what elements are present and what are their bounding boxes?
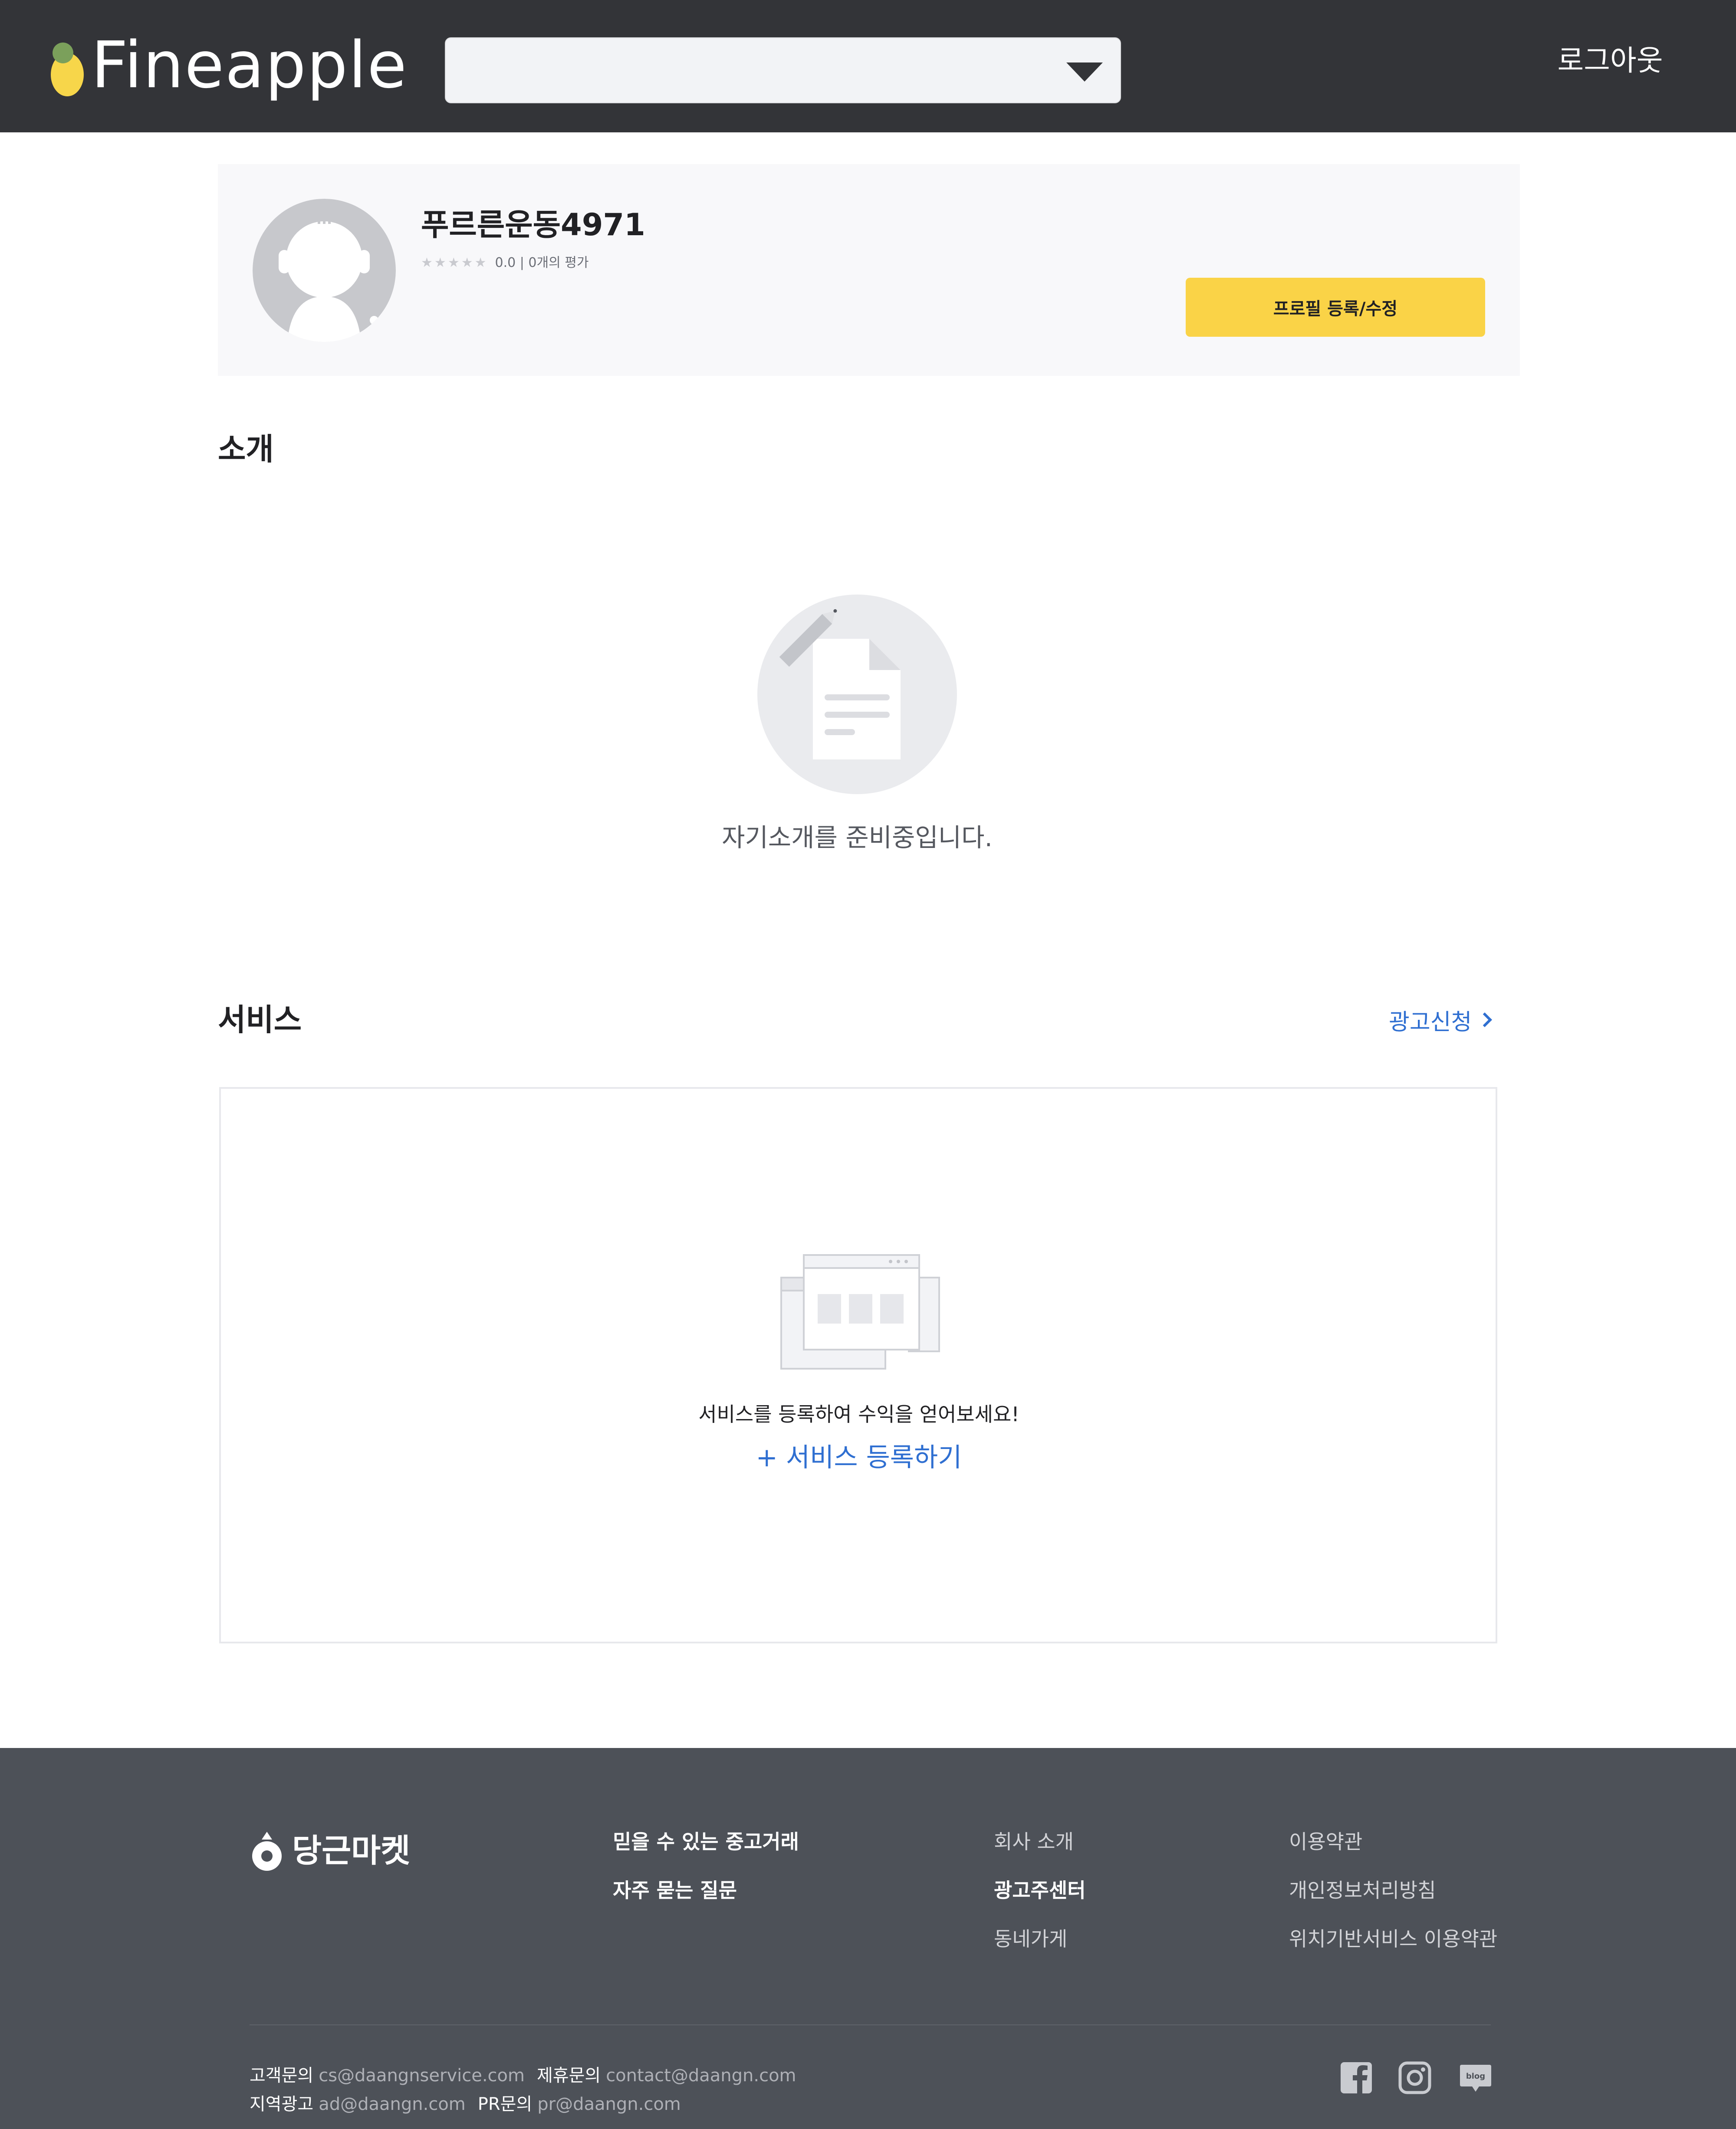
- carrot-logo-icon: [252, 1832, 282, 1871]
- fineapple-logo[interactable]: Fineapple: [48, 30, 407, 100]
- contact-customer: 고객문의 cs@daangnservice.com: [250, 2061, 525, 2090]
- star-icon: ★: [447, 255, 460, 270]
- footer-link-faq[interactable]: 자주 묻는 질문: [613, 1866, 799, 1915]
- star-icon: ★: [421, 255, 433, 270]
- footer-divider: [250, 2024, 1491, 2025]
- service-empty-box: 서비스를 등록하여 수익을 얻어보세요! + 서비스 등록하기: [219, 1087, 1497, 1643]
- service-empty-text: 서비스를 등록하여 수익을 얻어보세요!: [698, 1403, 1019, 1426]
- rating-text: 0.0 | 0개의 평가: [495, 255, 589, 270]
- blog-icon-text: blog: [1466, 2072, 1485, 2081]
- contact-email-link[interactable]: contact@daangn.com: [606, 2066, 796, 2086]
- contact-label: 고객문의: [250, 2066, 314, 2086]
- contact-email-link[interactable]: cs@daangnservice.com: [319, 2066, 525, 2086]
- add-service-link[interactable]: + 서비스 등록하기: [612, 1436, 1106, 1479]
- footer-link-privacy[interactable]: 개인정보처리방침: [1289, 1866, 1497, 1915]
- footer-column-2: 회사 소개 광고주센터 동네가게: [994, 1817, 1086, 1963]
- footer-logo-text: 당근마켓: [292, 1832, 411, 1869]
- caret-down-icon: [1066, 62, 1103, 82]
- contact-label: PR문의: [477, 2094, 533, 2114]
- default-avatar-icon: [253, 199, 396, 342]
- star-icon: ★: [474, 255, 487, 270]
- category-select[interactable]: [445, 37, 1121, 103]
- contact-local-ad: 지역광고 ad@daangn.com: [250, 2090, 466, 2119]
- footer-link-local-store[interactable]: 동네가게: [994, 1915, 1086, 1963]
- ad-apply-link[interactable]: 광고신청: [1389, 998, 1493, 1042]
- contact-label: 지역광고: [250, 2094, 314, 2114]
- document-pencil-icon: [757, 595, 957, 794]
- blog-icon[interactable]: blog: [1458, 2060, 1493, 2095]
- rating-stars: ★ ★ ★ ★ ★: [421, 254, 487, 272]
- footer-column-1: 믿을 수 있는 중고거래 자주 묻는 질문: [613, 1817, 799, 1915]
- star-icon: ★: [434, 255, 446, 270]
- contact-row-2: 지역광고 ad@daangn.com PR문의 pr@daangn.com: [250, 2090, 681, 2119]
- rating-summary: ★ ★ ★ ★ ★ 0.0 | 0개의 평가: [421, 254, 589, 272]
- profile-card: 푸르른운동4971 ★ ★ ★ ★ ★ 0.0 | 0개의 평가 프로필 등록/…: [218, 164, 1520, 376]
- edit-profile-button[interactable]: 프로필 등록/수정: [1186, 278, 1485, 337]
- intro-section-title: 소개: [218, 431, 274, 467]
- intro-empty-text: 자기소개를 준비중입니다.: [722, 823, 993, 852]
- logo-text: Fineapple: [91, 28, 408, 102]
- profile-username: 푸르른운동4971: [421, 207, 645, 243]
- facebook-icon[interactable]: [1339, 2060, 1374, 2095]
- service-section-title: 서비스: [218, 1002, 302, 1038]
- daangn-footer-logo[interactable]: 당근마켓: [250, 1829, 410, 1873]
- star-icon: ★: [461, 255, 473, 270]
- avatar: [253, 199, 396, 342]
- instagram-icon[interactable]: [1397, 2060, 1432, 2095]
- logout-button[interactable]: 로그아웃: [1545, 39, 1675, 82]
- top-header: Fineapple 로그아웃: [0, 0, 1736, 132]
- contact-partnership: 제휴문의 contact@daangn.com: [537, 2061, 796, 2090]
- footer-link-terms[interactable]: 이용약관: [1289, 1817, 1497, 1866]
- contact-label: 제휴문의: [536, 2066, 601, 2086]
- browser-windows-icon: [780, 1254, 940, 1370]
- site-footer: 당근마켓 믿을 수 있는 중고거래 자주 묻는 질문 회사 소개 광고주센터 동…: [0, 1748, 1736, 2129]
- footer-column-3: 이용약관 개인정보처리방침 위치기반서비스 이용약관: [1289, 1817, 1497, 1963]
- footer-link-company[interactable]: 회사 소개: [994, 1817, 1086, 1866]
- footer-link-location-terms[interactable]: 위치기반서비스 이용약관: [1289, 1915, 1497, 1963]
- contact-pr: PR문의 pr@daangn.com: [478, 2090, 681, 2119]
- chevron-right-icon: [1477, 1012, 1493, 1027]
- footer-link-advertiser-center[interactable]: 광고주센터: [994, 1866, 1086, 1915]
- contact-email-link[interactable]: pr@daangn.com: [537, 2094, 681, 2114]
- contact-row-1: 고객문의 cs@daangnservice.com 제휴문의 contact@daa…: [250, 2061, 796, 2090]
- contact-email-link[interactable]: ad@daangn.com: [319, 2094, 466, 2114]
- ad-apply-label: 광고신청: [1389, 1009, 1472, 1035]
- footer-link-trusted-trade[interactable]: 믿을 수 있는 중고거래: [613, 1817, 799, 1866]
